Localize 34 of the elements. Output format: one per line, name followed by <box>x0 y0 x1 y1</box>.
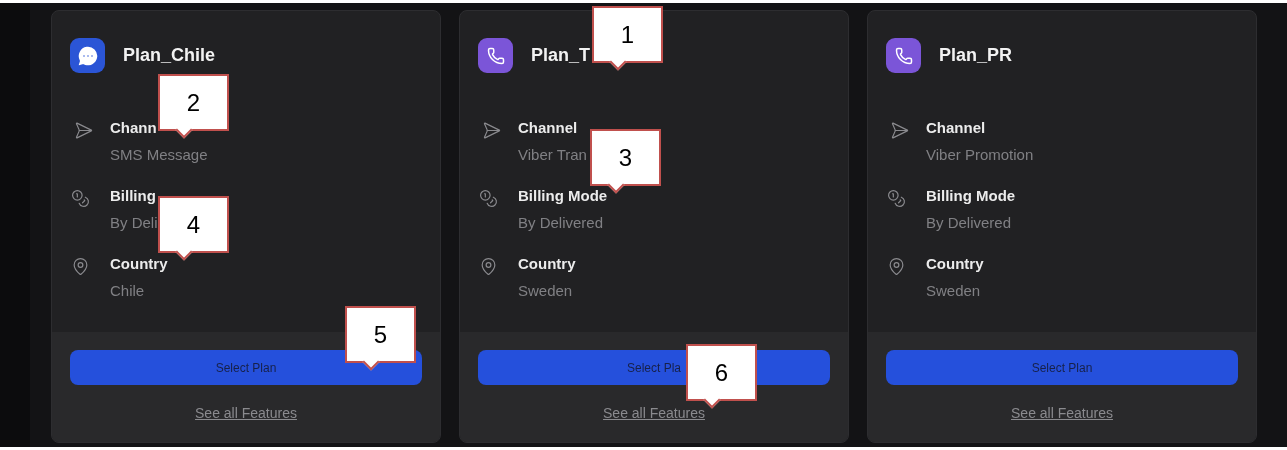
callout-tooltip: 5 <box>345 306 416 371</box>
coins-icon <box>886 189 906 208</box>
detail-value: Viber Tran <box>518 146 587 163</box>
phone-bubble-icon <box>886 38 921 73</box>
detail-label: Billing <box>110 187 157 204</box>
detail-label: Country <box>518 255 576 272</box>
detail-label: Country <box>926 255 984 272</box>
detail-value: By Delivered <box>926 214 1013 231</box>
detail-value: Viber Promotion <box>926 146 1034 163</box>
detail-label: Billing Mode <box>926 187 1016 204</box>
plan-title: Plan_PR <box>939 45 1013 66</box>
callout-tooltip: 6 <box>686 344 757 409</box>
detail-value: Sweden <box>926 282 982 299</box>
features-link[interactable]: See all Features <box>195 405 297 421</box>
features-link[interactable]: See all Features <box>1011 405 1113 421</box>
callout-tooltip: 4 <box>158 196 229 261</box>
plan-title: Plan_Chile <box>123 45 216 66</box>
chat-bubble-icon <box>70 38 105 73</box>
detail-label: Channel <box>926 119 987 136</box>
detail-value: SMS Message <box>110 146 208 163</box>
plan-title: Plan_T <box>531 45 591 66</box>
detail-value: By Delivered <box>518 214 605 231</box>
detail-label: Channel <box>518 119 579 136</box>
select-plan-button[interactable]: Select Plan <box>70 350 422 385</box>
detail-value: Sweden <box>518 282 574 299</box>
detail-value: Chile <box>110 282 146 299</box>
coins-icon <box>478 189 498 208</box>
detail-label: Chann <box>110 119 158 136</box>
callout-tooltip: 2 <box>158 74 229 139</box>
coins-icon <box>70 189 90 208</box>
callout-tooltip: 1 <box>592 6 663 71</box>
detail-value: By Deli <box>110 214 158 231</box>
select-plan-button[interactable]: Select Plan <box>886 350 1238 385</box>
phone-bubble-icon <box>478 38 513 73</box>
